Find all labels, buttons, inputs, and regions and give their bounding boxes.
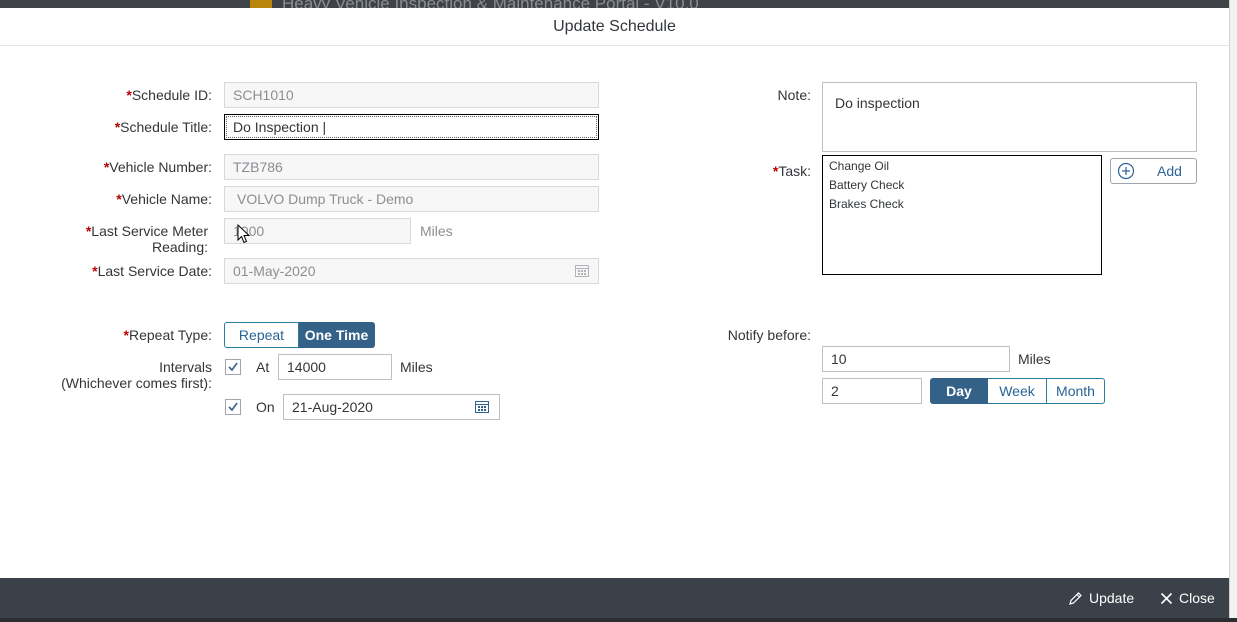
dialog-title: Update Schedule [553,18,676,35]
vehicle-name-field[interactable]: VOLVO Dump Truck - Demo [224,186,599,212]
notify-miles-unit: Miles [1018,351,1051,367]
add-task-button[interactable]: Add [1110,158,1197,184]
update-button[interactable]: Update [1068,578,1134,618]
calendar-icon[interactable] [575,264,589,277]
notify-period-field[interactable]: 2 [822,378,922,404]
schedule-title-field[interactable]: Do Inspection | [224,114,599,140]
last-meter-field[interactable]: 1000 [224,218,411,244]
task-list[interactable]: Change Oil Battery Check Brakes Check [822,155,1102,275]
close-button-label: Close [1179,590,1215,606]
repeat-type-segmented: Repeat One Time [224,322,375,348]
day-option[interactable]: Day [930,378,988,404]
vehicle-number-label: *Vehicle Number: [103,159,212,175]
on-date-field[interactable]: 21-Aug-2020 [283,394,500,420]
last-meter-unit: Miles [420,223,453,239]
close-button[interactable]: Close [1160,578,1215,618]
calendar-icon[interactable] [475,400,489,413]
list-item[interactable]: Change Oil [829,159,1095,178]
close-icon [1160,592,1173,604]
at-unit: Miles [400,359,433,375]
last-meter-label: *Last Service Meter Reading: [85,223,208,255]
add-button-label: Add [1157,163,1182,179]
on-checkbox[interactable] [225,399,241,415]
repeat-type-label: *Repeat Type: [123,327,212,343]
repeat-option[interactable]: Repeat [224,322,299,348]
intervals-label: Intervals (Whichever comes first): [61,359,212,391]
mouse-cursor-icon [237,224,250,244]
notify-before-label: Notify before: [727,327,811,343]
update-schedule-dialog: Update Schedule *Schedule ID: SCH1010 *S… [0,8,1229,618]
dialog-header: Update Schedule [0,8,1229,46]
notify-miles-field[interactable]: 10 [822,346,1010,372]
list-item[interactable]: Battery Check [829,178,1095,197]
update-button-label: Update [1089,590,1135,606]
vehicle-name-label: *Vehicle Name: [116,191,212,207]
last-date-field[interactable]: 01-May-2020 [224,258,599,284]
month-option[interactable]: Month [1047,378,1105,404]
at-checkbox[interactable] [225,359,241,375]
list-item[interactable]: Brakes Check [829,197,1095,216]
background-right-edge [1229,0,1237,622]
one-time-option[interactable]: One Time [299,322,375,348]
schedule-title-label: *Schedule Title: [114,119,212,135]
schedule-id-field[interactable]: SCH1010 [224,82,599,108]
dialog-footer: Update Close [0,578,1229,618]
pencil-icon [1069,591,1082,605]
task-label: *Task: [772,163,811,179]
background-bottom-edge [0,618,1237,622]
note-label: Note: [777,87,811,103]
last-date-label: *Last Service Date: [92,263,212,279]
at-label: At [256,359,270,375]
schedule-id-label: *Schedule ID: [126,87,212,103]
vehicle-number-field[interactable]: TZB786 [224,154,599,180]
week-option[interactable]: Week [988,378,1047,404]
checkmark-icon [228,402,238,412]
at-miles-field[interactable]: 14000 [278,354,392,380]
on-label: On [256,399,275,415]
app-logo [250,0,272,8]
add-circle-icon [1117,162,1135,180]
notify-period-segmented: Day Week Month [930,378,1105,404]
note-textarea[interactable]: Do inspection [822,82,1197,152]
checkmark-icon [228,362,238,372]
